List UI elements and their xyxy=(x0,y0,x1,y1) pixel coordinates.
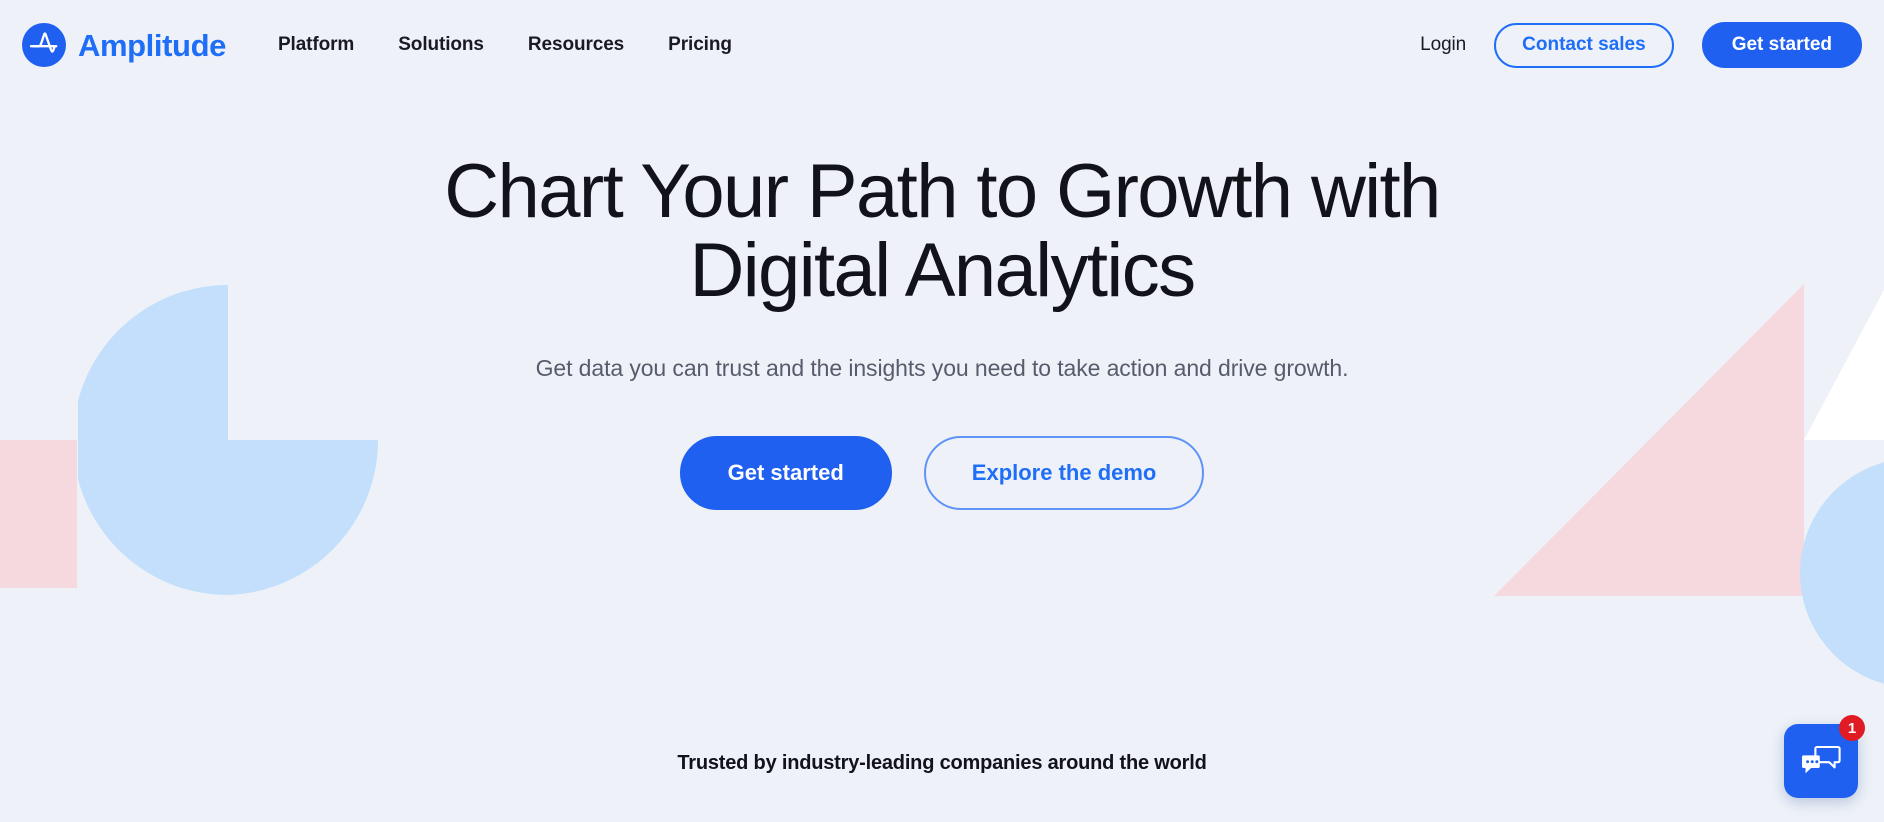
chat-widget: 1 xyxy=(1784,715,1865,798)
hero-explore-demo-button[interactable]: Explore the demo xyxy=(923,436,1205,511)
header-actions: Login Contact sales Get started xyxy=(1420,22,1862,68)
chat-bubbles-icon xyxy=(1802,745,1841,774)
nav-item-resources[interactable]: Resources xyxy=(528,34,624,56)
hero-get-started-button[interactable]: Get started xyxy=(679,436,892,511)
hero-title-line-2: Digital Analytics xyxy=(689,228,1196,314)
header-get-started-button[interactable]: Get started xyxy=(1701,22,1862,68)
hero-section: Chart Your Path to Growth with Digital A… xyxy=(0,90,1884,511)
nav-item-pricing[interactable]: Pricing xyxy=(668,34,732,56)
main-navigation: Platform Solutions Resources Pricing xyxy=(278,34,732,56)
brand-name: Amplitude xyxy=(78,27,226,63)
site-header: Amplitude Platform Solutions Resources P… xyxy=(0,0,1884,90)
hero-cta-group: Get started Explore the demo xyxy=(0,436,1884,511)
brand-logo-link[interactable]: Amplitude xyxy=(22,23,226,67)
page-title: Chart Your Path to Growth with Digital A… xyxy=(362,152,1522,310)
login-link[interactable]: Login xyxy=(1420,34,1466,56)
amplitude-logo-icon xyxy=(22,23,66,67)
hero-title-line-1: Chart Your Path to Growth with xyxy=(444,149,1441,234)
contact-sales-button[interactable]: Contact sales xyxy=(1494,22,1674,68)
nav-item-platform[interactable]: Platform xyxy=(278,34,354,56)
trusted-by-section: Trusted by industry-leading companies ar… xyxy=(0,752,1884,775)
trusted-by-text: Trusted by industry-leading companies ar… xyxy=(677,752,1207,774)
chat-unread-badge: 1 xyxy=(1839,715,1865,741)
nav-item-solutions[interactable]: Solutions xyxy=(398,34,484,56)
hero-subtitle: Get data you can trust and the insights … xyxy=(535,355,1349,382)
